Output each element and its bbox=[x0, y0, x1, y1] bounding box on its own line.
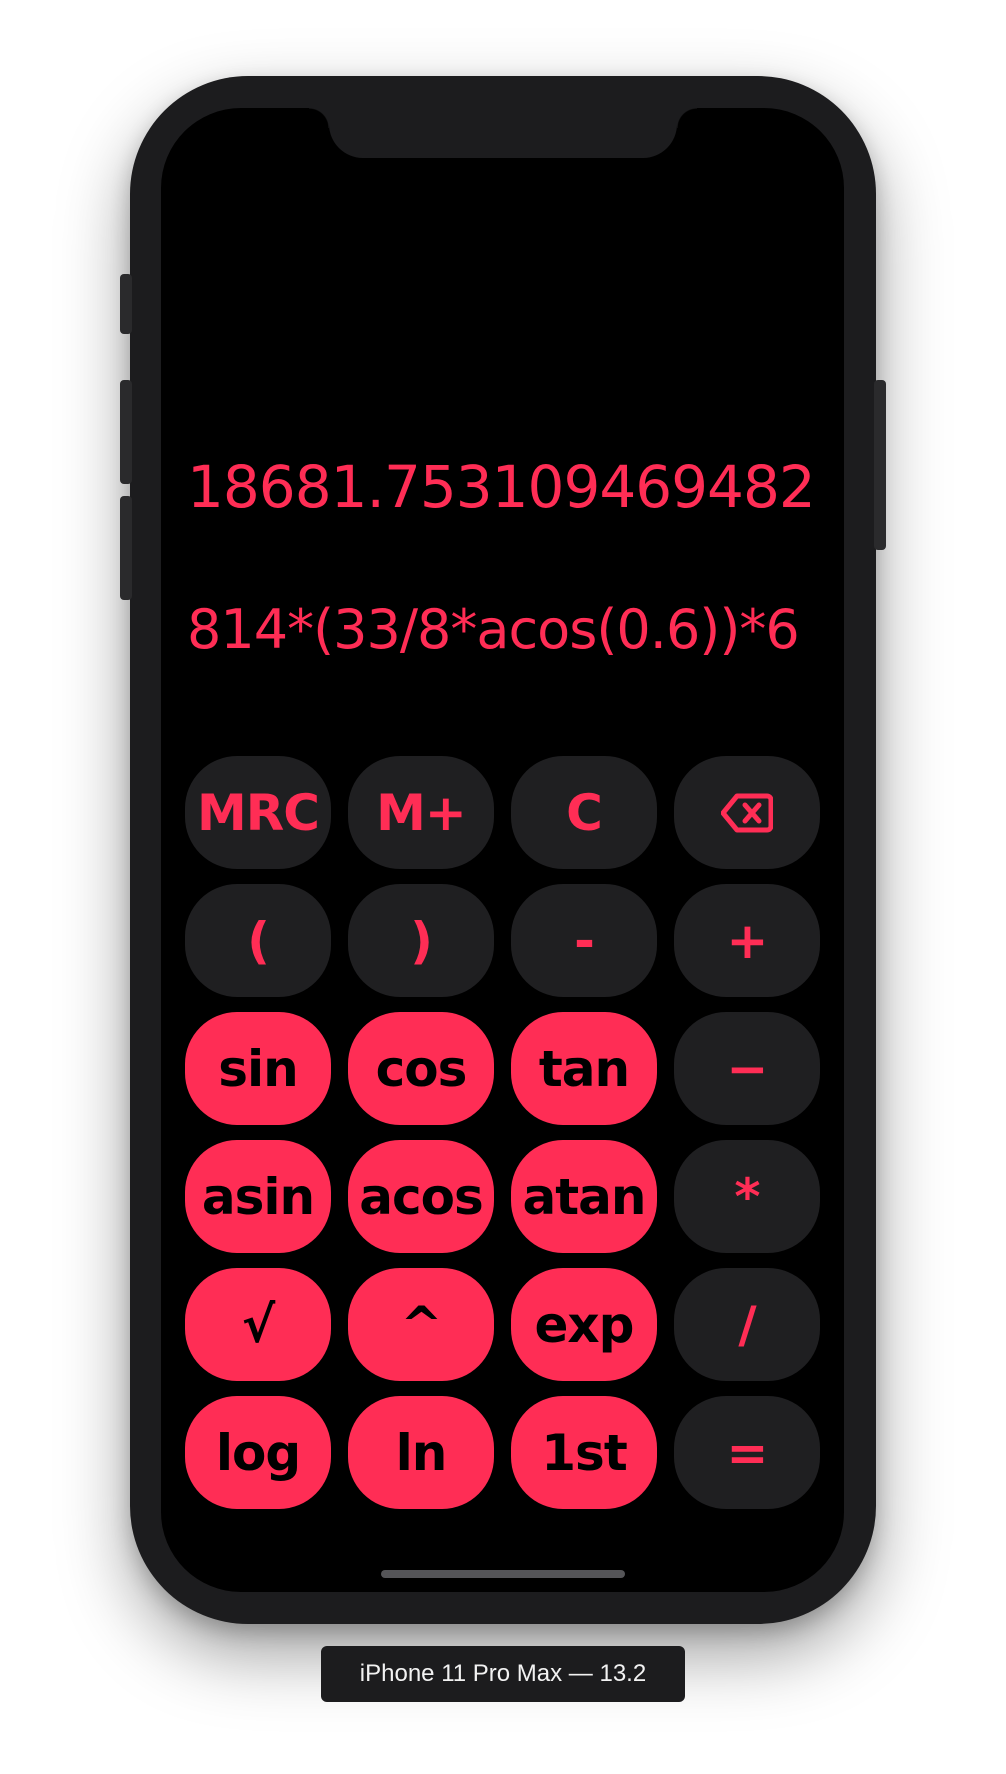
key-sin[interactable]: sin bbox=[185, 1012, 331, 1125]
key-tan[interactable]: tan bbox=[511, 1012, 657, 1125]
volume-down-button bbox=[120, 496, 132, 600]
key-first[interactable]: 1st bbox=[511, 1396, 657, 1509]
key-minus[interactable]: − bbox=[674, 1012, 820, 1125]
key-equals[interactable]: = bbox=[674, 1396, 820, 1509]
key-power[interactable]: ^ bbox=[348, 1268, 494, 1381]
key-cos[interactable]: cos bbox=[348, 1012, 494, 1125]
home-indicator[interactable] bbox=[381, 1570, 625, 1578]
mute-switch bbox=[120, 274, 132, 334]
backspace-icon bbox=[721, 792, 773, 834]
key-ln[interactable]: ln bbox=[348, 1396, 494, 1509]
power-button bbox=[874, 380, 886, 550]
key-close-paren[interactable]: ) bbox=[348, 884, 494, 997]
key-open-paren[interactable]: ( bbox=[185, 884, 331, 997]
expression-display: 814*(33/8*acos(0.6))*6 bbox=[187, 598, 800, 661]
key-multiply[interactable]: * bbox=[674, 1140, 820, 1253]
volume-up-button bbox=[120, 380, 132, 484]
keypad: MRC M+ C ( ) - + sin cos tan − asin acos… bbox=[185, 756, 821, 1509]
key-asin[interactable]: asin bbox=[185, 1140, 331, 1253]
result-display: 18681.753109469482 bbox=[187, 453, 816, 521]
key-clear[interactable]: C bbox=[511, 756, 657, 869]
device-label: iPhone 11 Pro Max — 13.2 bbox=[321, 1646, 685, 1702]
key-log[interactable]: log bbox=[185, 1396, 331, 1509]
key-mrc[interactable]: MRC bbox=[185, 756, 331, 869]
key-plus[interactable]: + bbox=[674, 884, 820, 997]
key-m-plus[interactable]: M+ bbox=[348, 756, 494, 869]
notch bbox=[309, 108, 697, 158]
key-atan[interactable]: atan bbox=[511, 1140, 657, 1253]
key-sqrt[interactable]: √ bbox=[185, 1268, 331, 1381]
key-acos[interactable]: acos bbox=[348, 1140, 494, 1253]
screen: 18681.753109469482 814*(33/8*acos(0.6))*… bbox=[161, 108, 844, 1592]
key-divide[interactable]: / bbox=[674, 1268, 820, 1381]
key-exp[interactable]: exp bbox=[511, 1268, 657, 1381]
key-backspace[interactable] bbox=[674, 756, 820, 869]
key-negate[interactable]: - bbox=[511, 884, 657, 997]
